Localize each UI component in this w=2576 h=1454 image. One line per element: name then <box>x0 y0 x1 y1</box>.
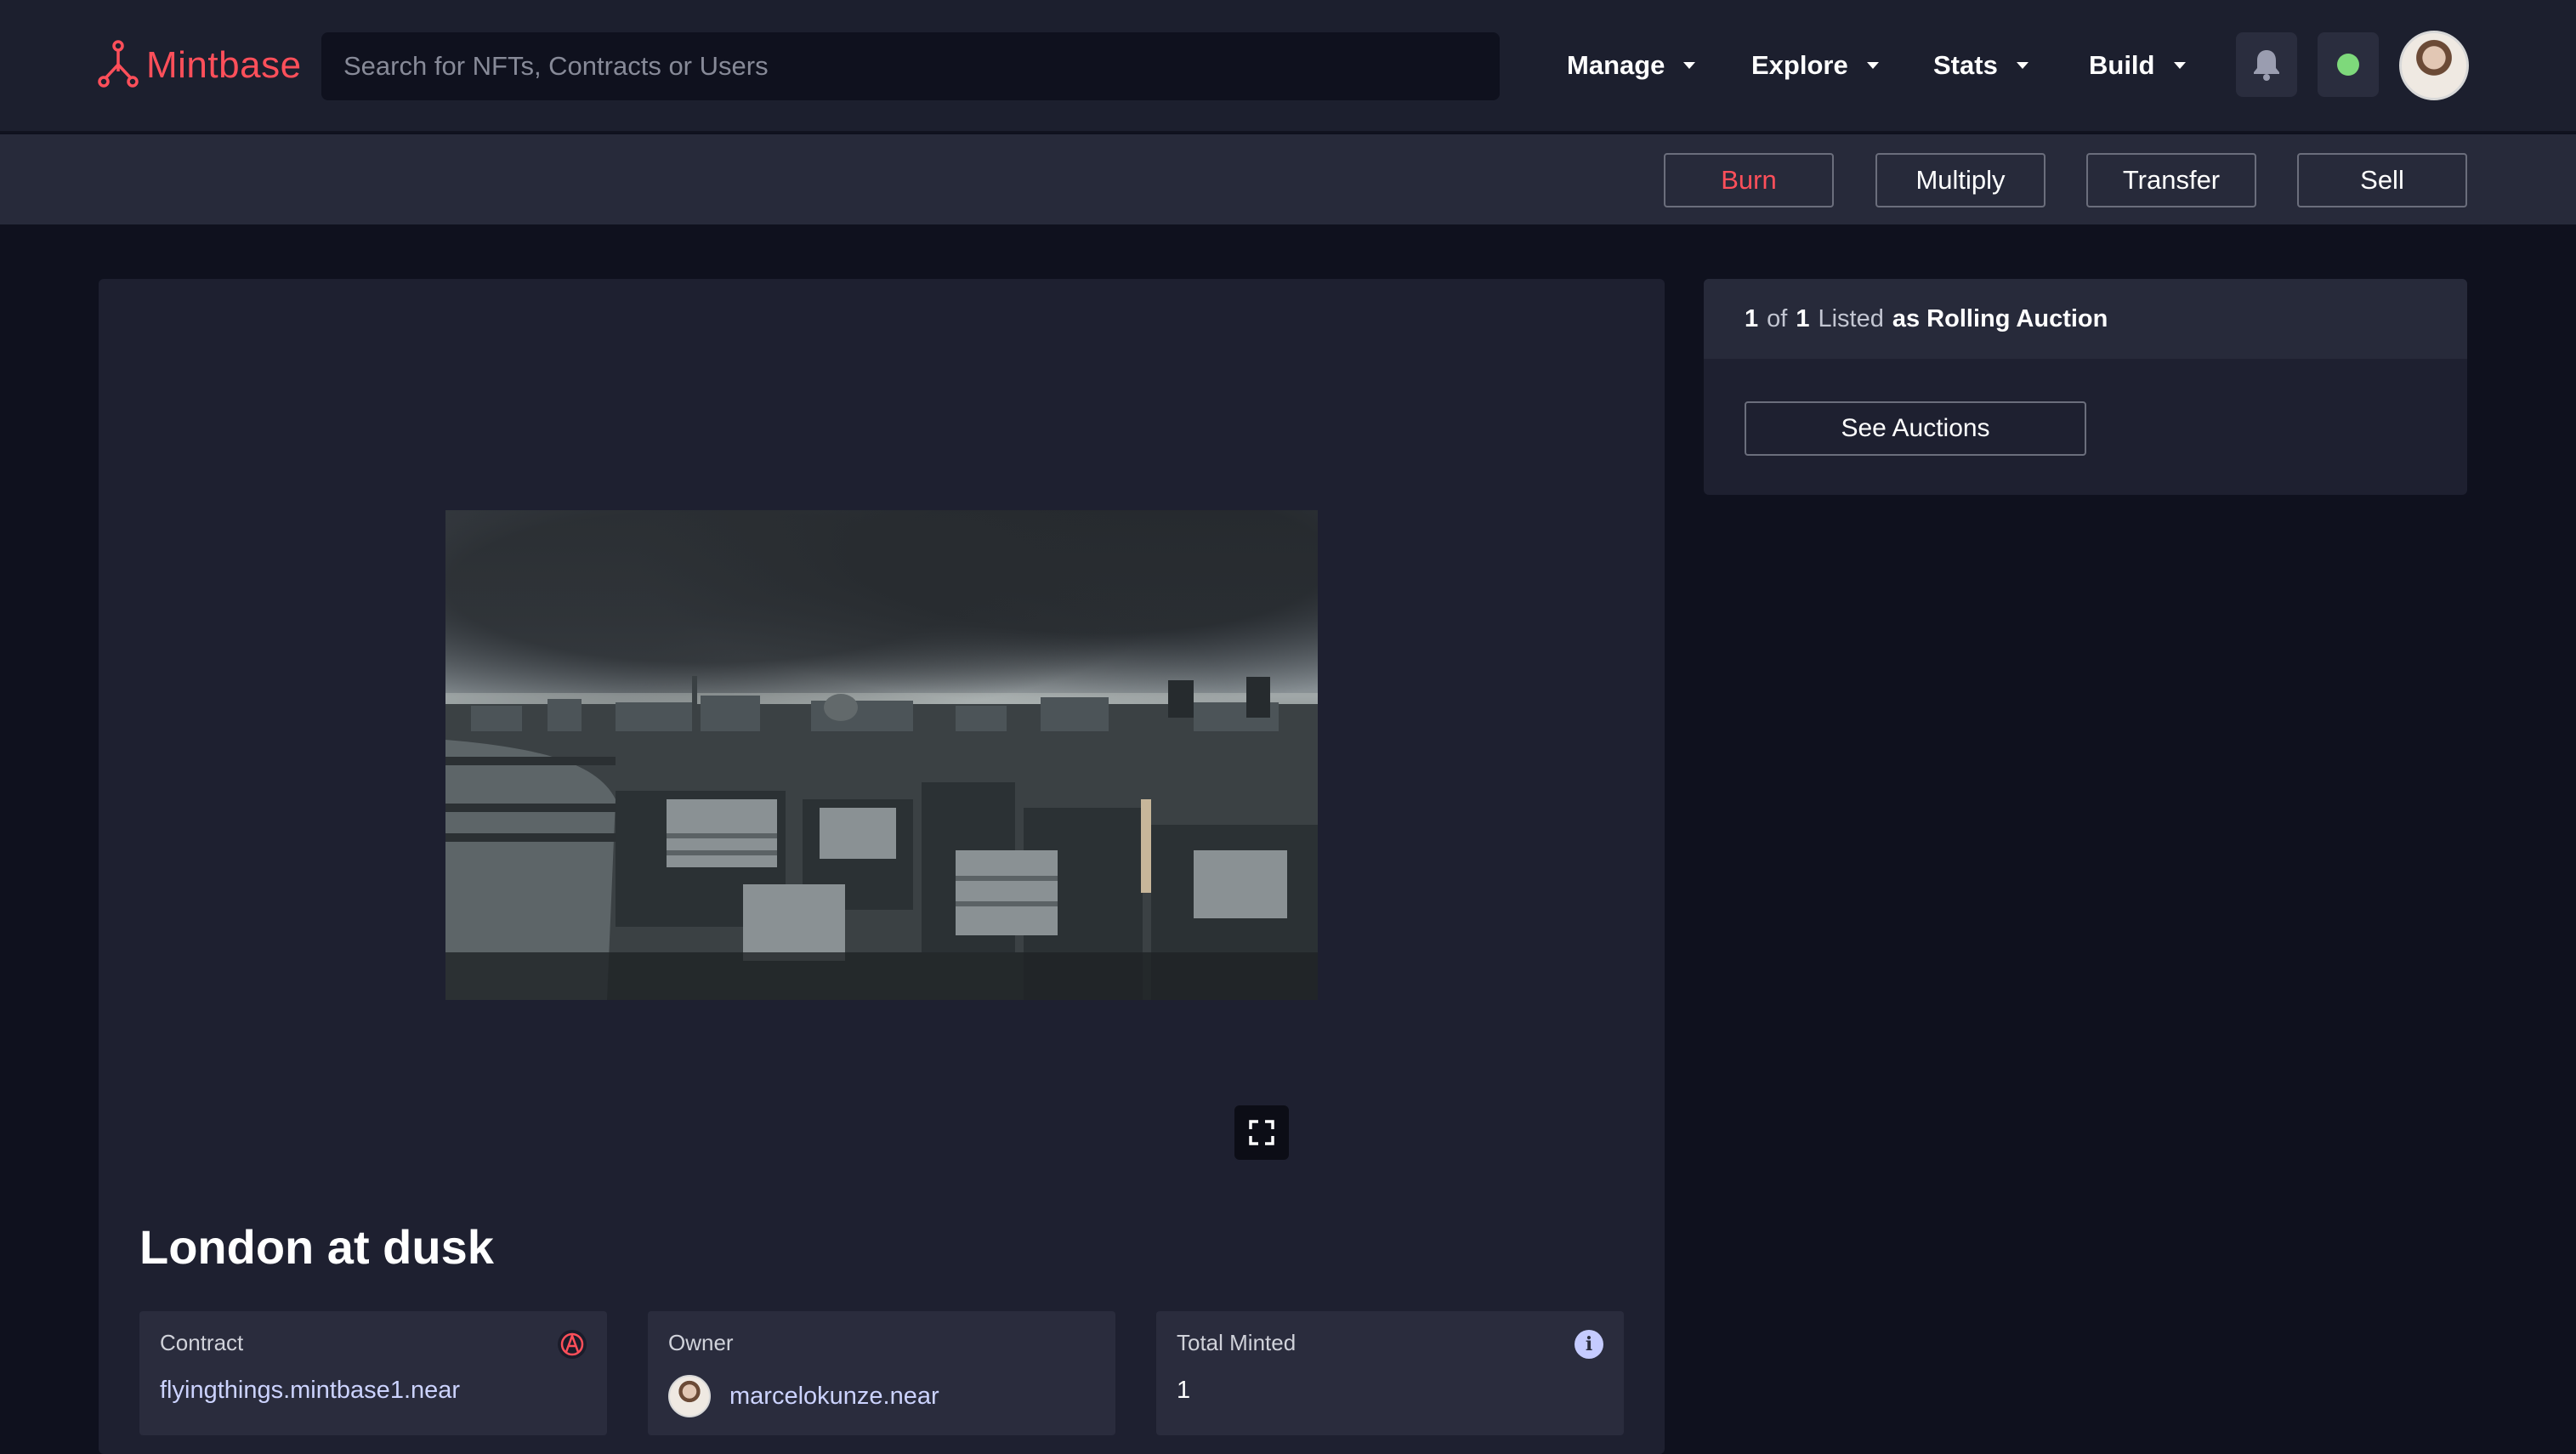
chevron-down-icon <box>2173 62 2186 69</box>
total-minted-value: 1 <box>1177 1377 1191 1404</box>
listing-type: as Rolling Auction <box>1892 304 2108 332</box>
nav-manage[interactable]: Manage <box>1567 44 1696 87</box>
chevron-down-icon <box>1683 62 1696 69</box>
token-action-bar: Burn Multiply Transfer Sell <box>0 134 2576 224</box>
nft-image[interactable] <box>445 510 1318 1000</box>
sell-button[interactable]: Sell <box>2297 153 2467 207</box>
contract-label: Contract <box>160 1330 244 1355</box>
bell-icon <box>2254 50 2279 81</box>
wallet-status-button[interactable] <box>2318 32 2379 97</box>
owner-label: Owner <box>668 1330 734 1355</box>
search-input[interactable] <box>343 51 1500 82</box>
contract-card: Contract flyingthings.mintbase1.near <box>139 1311 607 1435</box>
nav-explore-label: Explore <box>1751 50 1848 80</box>
see-auctions-button[interactable]: See Auctions <box>1745 401 2086 456</box>
nav-explore[interactable]: Explore <box>1751 44 1879 87</box>
total-minted-card: Total Minted 1 i <box>1156 1311 1624 1435</box>
nav-stats-label: Stats <box>1933 50 1998 80</box>
london-skyline-photo <box>445 676 1318 1000</box>
nav-stats[interactable]: Stats <box>1933 44 2028 87</box>
fullscreen-button[interactable] <box>1234 1105 1289 1160</box>
listing-summary: 1 of 1 Listed as Rolling Auction <box>1704 279 2467 359</box>
nft-detail-card: London at dusk Contract flyingthings.min… <box>99 279 1665 1454</box>
transfer-button[interactable]: Transfer <box>2086 153 2256 207</box>
contract-link[interactable]: flyingthings.mintbase1.near <box>160 1377 587 1405</box>
expand-icon <box>1249 1120 1274 1145</box>
nav-manage-label: Manage <box>1567 50 1665 80</box>
multiply-button[interactable]: Multiply <box>1875 153 2045 207</box>
total-minted-label: Total Minted <box>1177 1330 1297 1355</box>
chevron-down-icon <box>2016 62 2028 69</box>
owner-card: Owner marcelokunze.near <box>648 1311 1115 1435</box>
anarchy-icon <box>560 1332 584 1356</box>
owner-row[interactable]: marcelokunze.near <box>668 1375 1095 1417</box>
top-nav: Mintbase Manage Explore Stats Build <box>0 0 2576 133</box>
mintbase-logo-icon <box>98 40 139 88</box>
nft-title: London at dusk <box>139 1220 494 1274</box>
nav-build-label: Build <box>2089 50 2155 80</box>
status-dot-icon <box>2337 54 2359 76</box>
owner-link[interactable]: marcelokunze.near <box>729 1383 939 1411</box>
listed-total: 1 <box>1796 304 1810 332</box>
mintbase-logo[interactable]: Mintbase <box>97 36 302 95</box>
notifications-button[interactable] <box>2236 32 2297 97</box>
nav-build[interactable]: Build <box>2089 44 2186 87</box>
of-text: of <box>1767 304 1788 332</box>
user-avatar[interactable] <box>2399 31 2469 100</box>
store-badge-icon[interactable] <box>558 1330 587 1359</box>
search-bar[interactable] <box>321 32 1500 100</box>
listed-text: Listed <box>1818 304 1884 332</box>
listed-count: 1 <box>1745 304 1759 332</box>
info-icon[interactable]: i <box>1575 1330 1603 1359</box>
listing-card: 1 of 1 Listed as Rolling Auction See Auc… <box>1704 279 2467 495</box>
brand-name: Mintbase <box>146 44 302 86</box>
chevron-down-icon <box>1866 62 1879 69</box>
owner-avatar <box>668 1375 711 1417</box>
burn-button[interactable]: Burn <box>1664 153 1834 207</box>
